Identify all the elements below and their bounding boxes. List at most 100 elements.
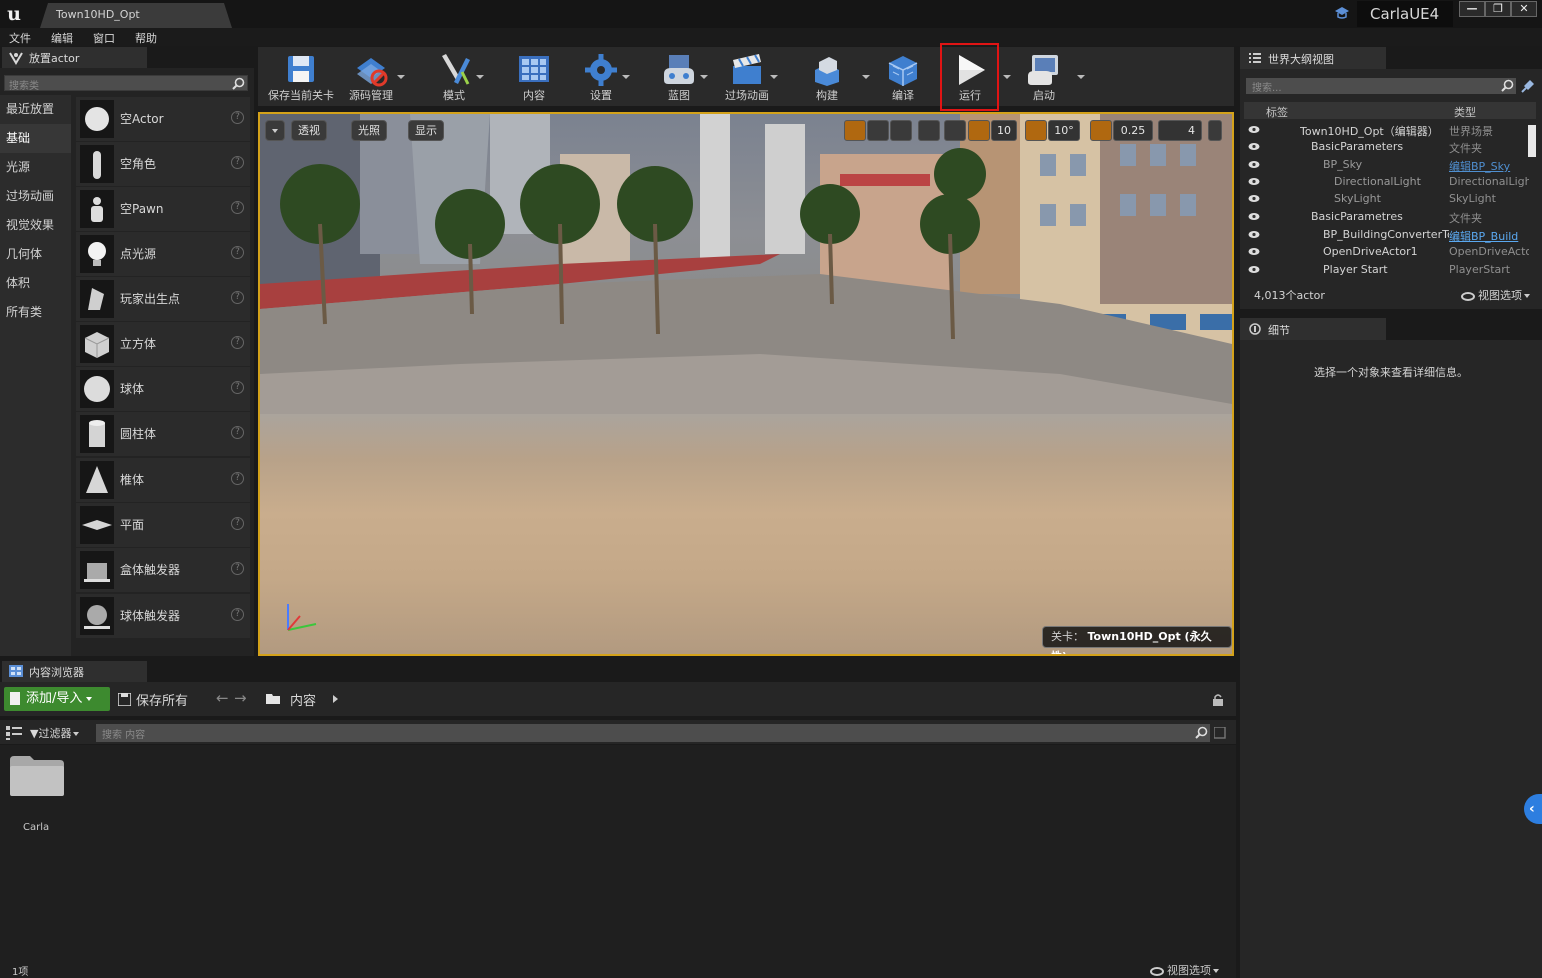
help-icon[interactable]: ?: [231, 472, 244, 485]
scale-snap-icon[interactable]: [1090, 120, 1112, 141]
place-item-point-light[interactable]: 点光源 ?: [76, 232, 250, 276]
category-all-classes[interactable]: 所有类: [0, 298, 71, 327]
add-import-button[interactable]: 添加/导入: [4, 687, 110, 711]
help-icon[interactable]: ?: [231, 336, 244, 349]
place-item-cone[interactable]: 椎体 ?: [76, 458, 250, 502]
column-label-header[interactable]: 标签: [1266, 104, 1288, 120]
source-control-dropdown-arrow[interactable]: [397, 75, 405, 79]
outliner-scrollbar[interactable]: [1528, 125, 1536, 157]
outliner-view-options-button[interactable]: 视图选项: [1461, 287, 1530, 303]
help-icon[interactable]: ?: [231, 426, 244, 439]
outliner-row-type-link[interactable]: 编辑BP_Build: [1449, 228, 1529, 244]
close-button[interactable]: ✕: [1511, 1, 1537, 17]
rotation-snap-value[interactable]: 10°: [1048, 120, 1080, 141]
outliner-search-input[interactable]: 搜索...: [1246, 78, 1516, 94]
lock-icon[interactable]: [1212, 694, 1224, 706]
column-type-header[interactable]: 类型: [1454, 104, 1476, 120]
content-view-options-button[interactable]: 视图选项: [1150, 962, 1219, 978]
history-forward-arrow-icon[interactable]: →: [234, 689, 247, 707]
category-basic[interactable]: 基础: [0, 124, 71, 153]
place-item-cube[interactable]: 立方体 ?: [76, 322, 250, 366]
category-lights[interactable]: 光源: [0, 153, 71, 182]
outliner-row-actor[interactable]: DirectionalLight DirectionalLight: [1244, 174, 1529, 191]
grid-snap-icon[interactable]: [968, 120, 990, 141]
visibility-eye-icon[interactable]: [1248, 212, 1260, 221]
visibility-eye-icon[interactable]: [1248, 160, 1260, 169]
visibility-eye-icon[interactable]: [1248, 247, 1260, 256]
folder-name-label[interactable]: Carla: [23, 822, 49, 833]
place-item-plane[interactable]: 平面 ?: [76, 503, 250, 547]
category-geometry[interactable]: 几何体: [0, 240, 71, 269]
place-actors-tab[interactable]: 放置actor: [2, 47, 147, 68]
place-item-box-trigger[interactable]: 盒体触发器 ?: [76, 548, 250, 592]
help-icon[interactable]: ?: [231, 246, 244, 259]
path-breadcrumb-content[interactable]: 内容: [266, 690, 316, 709]
menu-window[interactable]: 窗口: [93, 30, 115, 46]
details-tab[interactable]: 细节: [1240, 318, 1386, 340]
lit-mode-button[interactable]: 光照: [351, 120, 387, 141]
level-document-tab[interactable]: Town10HD_Opt: [40, 3, 232, 28]
compile-button[interactable]: 编译: [872, 47, 934, 107]
minimize-button[interactable]: —: [1459, 1, 1485, 17]
save-all-button[interactable]: 保存所有: [118, 690, 188, 709]
folder-icon[interactable]: [10, 756, 64, 796]
rotation-snap-icon[interactable]: [1025, 120, 1047, 141]
translate-gizmo-icon[interactable]: [844, 120, 866, 141]
build-dropdown-arrow[interactable]: [862, 75, 870, 79]
place-item-empty-actor[interactable]: 空Actor ?: [76, 97, 250, 141]
add-folder-pin-icon[interactable]: [1520, 78, 1536, 94]
maximize-viewport-icon[interactable]: [1208, 120, 1222, 141]
content-search-input[interactable]: 搜索 内容: [96, 724, 1210, 742]
help-icon[interactable]: ?: [231, 562, 244, 575]
outliner-row-folder[interactable]: BasicParametres 文件夹: [1244, 209, 1528, 226]
place-item-player-start[interactable]: 玩家出生点 ?: [76, 277, 250, 321]
build-button[interactable]: 构建: [796, 47, 858, 107]
outliner-row-type-link[interactable]: 编辑BP_Sky: [1449, 158, 1529, 174]
outliner-row-world[interactable]: Town10HD_Opt（编辑器） 世界场景: [1244, 122, 1528, 139]
learn-graduation-cap-icon[interactable]: [1334, 6, 1350, 20]
perspective-button[interactable]: 透视: [291, 120, 327, 141]
outliner-row-actor[interactable]: OpenDriveActor1 OpenDriveActor: [1244, 244, 1529, 261]
place-item-empty-character[interactable]: 空角色 ?: [76, 142, 250, 186]
content-browser-tab[interactable]: 内容浏览器: [2, 661, 147, 682]
visibility-eye-icon[interactable]: [1248, 125, 1260, 134]
cinematics-button[interactable]: 过场动画: [716, 47, 778, 107]
category-cinematic[interactable]: 过场动画: [0, 182, 71, 211]
help-icon[interactable]: ?: [231, 201, 244, 214]
place-item-cylinder[interactable]: 圆柱体 ?: [76, 412, 250, 456]
help-icon[interactable]: ?: [231, 517, 244, 530]
scale-gizmo-icon[interactable]: [890, 120, 912, 141]
help-icon[interactable]: ?: [231, 381, 244, 394]
viewport-options-dropdown[interactable]: [265, 120, 285, 141]
place-item-sphere-trigger[interactable]: 球体触发器 ?: [76, 594, 250, 638]
help-icon[interactable]: ?: [231, 291, 244, 304]
outliner-row-actor[interactable]: SkyLight SkyLight: [1244, 191, 1528, 208]
category-recent[interactable]: 最近放置: [0, 95, 71, 124]
blueprints-dropdown-arrow[interactable]: [700, 75, 708, 79]
sources-panel-toggle-icon[interactable]: [6, 726, 22, 740]
menu-file[interactable]: 文件: [9, 30, 31, 46]
breadcrumb-arrow-icon[interactable]: [333, 695, 338, 703]
world-outliner-tab[interactable]: 世界大纲视图: [1240, 47, 1386, 69]
menu-help[interactable]: 帮助: [135, 30, 157, 46]
cinematics-dropdown-arrow[interactable]: [770, 75, 778, 79]
visibility-eye-icon[interactable]: [1248, 265, 1260, 274]
save-search-icon[interactable]: [1214, 727, 1226, 739]
menu-edit[interactable]: 编辑: [51, 30, 73, 46]
place-item-sphere[interactable]: 球体 ?: [76, 367, 250, 411]
play-options-dropdown-arrow[interactable]: [1003, 75, 1011, 79]
visibility-eye-icon[interactable]: [1248, 194, 1260, 203]
history-back-arrow-icon[interactable]: ←: [216, 689, 229, 707]
show-flags-button[interactable]: 显示: [408, 120, 444, 141]
rotate-gizmo-icon[interactable]: [867, 120, 889, 141]
help-icon[interactable]: ?: [231, 156, 244, 169]
camera-speed-value[interactable]: 4: [1158, 120, 1202, 141]
content-button[interactable]: 内容: [502, 47, 566, 107]
place-item-empty-pawn[interactable]: 空Pawn ?: [76, 187, 250, 231]
help-icon[interactable]: ?: [231, 111, 244, 124]
visibility-eye-icon[interactable]: [1248, 142, 1260, 151]
modes-dropdown-arrow[interactable]: [476, 75, 484, 79]
save-current-level-button[interactable]: 保存当前关卡: [262, 47, 340, 107]
surface-snap-icon[interactable]: [944, 120, 966, 141]
outliner-row-actor[interactable]: BP_BuildingConverterTo 编辑BP_Build: [1244, 227, 1528, 244]
